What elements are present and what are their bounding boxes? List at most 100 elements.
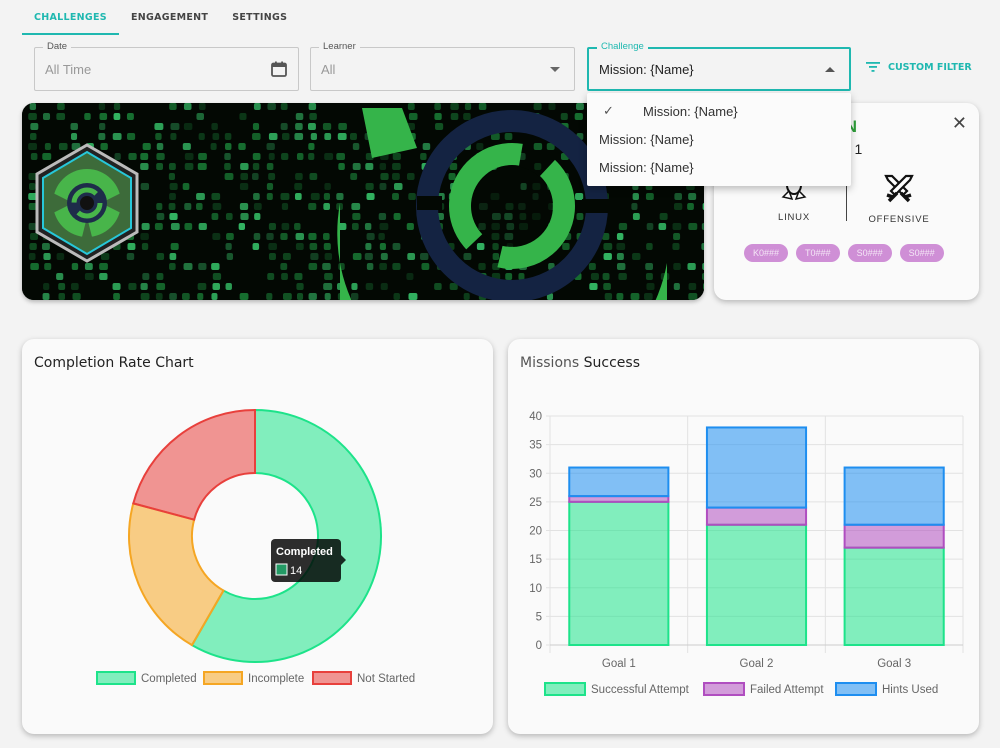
- caret-up-icon[interactable]: [825, 67, 835, 72]
- rain-glyph: [253, 193, 260, 200]
- legend-item[interactable]: Not Started: [312, 671, 415, 685]
- bar-segment-failed-attempt[interactable]: [843, 523, 945, 549]
- missions-chart-title: Missions Success: [520, 355, 640, 371]
- custom-filter-button[interactable]: CUSTOM FILTER: [866, 61, 972, 73]
- rain-glyph: [338, 163, 345, 170]
- rain-glyph: [183, 103, 192, 110]
- rain-glyph: [702, 263, 704, 270]
- rain-glyph: [224, 163, 231, 170]
- close-icon[interactable]: ✕: [952, 113, 967, 134]
- rain-glyph: [379, 223, 389, 230]
- completion-donut-chart: Completed 14 Completed Incomplete Not Starte…: [96, 408, 415, 685]
- rain-glyph: [100, 253, 110, 260]
- rain-glyph: [156, 153, 165, 160]
- rain-glyph: [632, 213, 640, 220]
- rain-glyph: [154, 123, 164, 130]
- rain-glyph: [673, 233, 681, 240]
- rain-glyph: [687, 203, 694, 210]
- rain-glyph: [240, 163, 249, 170]
- tag-chip[interactable]: K0###: [744, 244, 789, 262]
- calendar-icon[interactable]: [270, 60, 288, 83]
- tab-challenges[interactable]: CHALLENGES: [22, 0, 119, 35]
- rain-glyph: [588, 263, 596, 270]
- rain-glyph: [505, 273, 513, 280]
- rain-glyph: [476, 143, 484, 150]
- rain-glyph: [378, 213, 387, 220]
- rain-glyph: [71, 263, 79, 270]
- bar-segment-successful-attempt[interactable]: [843, 546, 945, 646]
- learner-value: All: [321, 62, 336, 77]
- rain-glyph: [211, 293, 218, 300]
- rain-glyph: [450, 113, 459, 120]
- rain-glyph: [169, 183, 178, 190]
- rain-glyph: [30, 133, 37, 140]
- dropdown-option[interactable]: Mission: {Name}: [587, 153, 851, 181]
- completion-chart-title: Completion Rate Chart: [34, 355, 194, 371]
- dropdown-option[interactable]: Mission: {Name}: [587, 125, 851, 153]
- tooltip-value: 14: [290, 565, 302, 577]
- rain-glyph: [365, 283, 374, 290]
- rain-glyph: [350, 293, 359, 300]
- rain-glyph: [308, 263, 318, 270]
- rain-glyph: [29, 103, 37, 110]
- rain-glyph: [351, 283, 358, 290]
- rain-glyph: [196, 113, 204, 120]
- bar-segment-hints-used[interactable]: [843, 466, 945, 526]
- rain-glyph: [72, 293, 81, 300]
- donut-slice-not-started[interactable]: [132, 408, 256, 521]
- rain-glyph: [294, 193, 302, 200]
- rain-glyph: [295, 173, 303, 180]
- rain-glyph: [70, 133, 78, 140]
- challenge-select[interactable]: Challenge Mission: {Name}: [587, 41, 851, 91]
- rain-glyph: [365, 163, 374, 170]
- rain-glyph: [266, 163, 274, 170]
- dropdown-option[interactable]: ✓ Mission: {Name}: [587, 97, 851, 125]
- rain-glyph: [352, 253, 362, 260]
- rain-glyph: [337, 133, 347, 140]
- tag-chip[interactable]: S0###: [847, 244, 892, 262]
- category-divider: [846, 181, 847, 221]
- rain-glyph: [380, 283, 388, 290]
- date-field[interactable]: Date All Time: [34, 41, 299, 91]
- rain-glyph: [631, 203, 638, 210]
- rain-glyph: [632, 253, 641, 260]
- caret-down-icon[interactable]: [550, 67, 560, 72]
- rain-glyph: [238, 223, 246, 230]
- rain-glyph: [420, 153, 427, 160]
- rain-glyph: [701, 243, 704, 250]
- rain-glyph: [140, 153, 149, 160]
- rain-glyph: [533, 143, 543, 150]
- rain-glyph: [603, 243, 613, 250]
- tag-chip[interactable]: S0###: [899, 244, 944, 262]
- legend-item[interactable]: Successful Attempt: [544, 682, 690, 696]
- tab-engagement[interactable]: ENGAGEMENT: [119, 0, 220, 35]
- learner-select[interactable]: Learner All: [310, 41, 575, 91]
- legend-item[interactable]: Hints Used: [835, 682, 938, 696]
- legend-item[interactable]: Incomplete: [203, 671, 304, 685]
- rain-glyph: [548, 103, 556, 110]
- rain-glyph: [408, 113, 418, 120]
- legend-item[interactable]: Failed Attempt: [703, 682, 824, 696]
- rain-glyph: [533, 103, 542, 110]
- bar-segment-hints-used[interactable]: [705, 426, 808, 509]
- rain-glyph: [616, 263, 626, 270]
- rain-glyph: [406, 223, 414, 230]
- rain-glyph: [420, 253, 429, 260]
- bar-segment-successful-attempt[interactable]: [705, 523, 808, 646]
- rain-glyph: [169, 103, 177, 110]
- bar-segment-successful-attempt[interactable]: [568, 500, 670, 646]
- rain-glyph: [266, 293, 273, 300]
- legend-item[interactable]: Completed: [96, 671, 197, 685]
- rain-glyph: [589, 283, 598, 290]
- rain-glyph: [504, 133, 513, 140]
- rain-glyph: [198, 223, 207, 230]
- tab-settings[interactable]: SETTINGS: [220, 0, 299, 35]
- rain-glyph: [310, 133, 317, 140]
- tag-chip[interactable]: T0###: [796, 244, 840, 262]
- bar-segment-failed-attempt[interactable]: [705, 506, 808, 526]
- rain-glyph: [518, 273, 525, 280]
- rain-glyph: [225, 243, 232, 250]
- rain-glyph: [603, 283, 611, 290]
- rain-glyph: [309, 173, 318, 180]
- bar-segment-hints-used[interactable]: [568, 466, 670, 498]
